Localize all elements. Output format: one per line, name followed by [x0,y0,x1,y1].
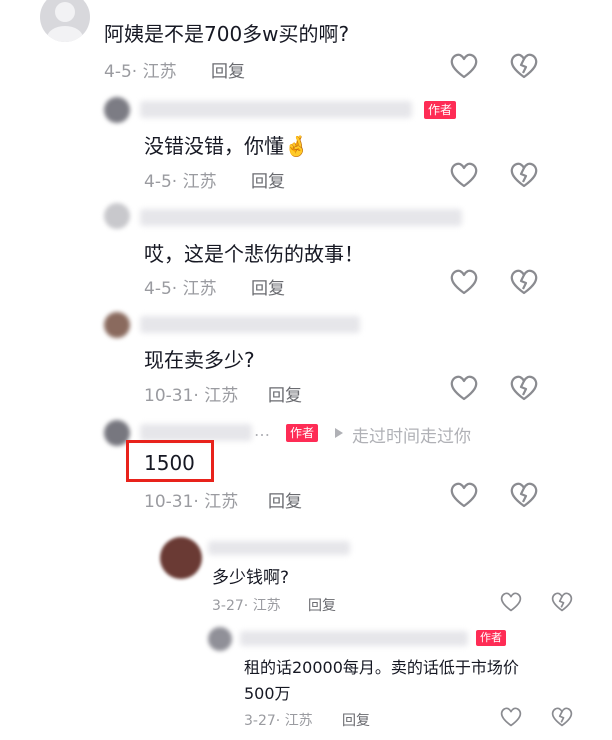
dislike-broken-heart-icon[interactable] [551,707,573,727]
dislike-broken-heart-icon[interactable] [510,482,538,508]
like-heart-icon[interactable] [500,592,522,612]
comment-location: 江苏 [182,172,217,192]
username-blurred [140,424,252,441]
comment-date: 4-5 [144,172,172,192]
username-blurred [240,631,468,646]
comment-text: 多少钱啊? [212,568,290,588]
username-blurred [140,209,462,226]
comment-text: 哎，这是个悲伤的故事！ [144,242,364,266]
comment-meta: 4-5· 江苏 [104,62,177,82]
comment-location: 江苏 [142,62,177,82]
comment-meta: 10-31· 江苏 [144,386,239,406]
reply-button[interactable]: 回复 [268,381,302,406]
comment-meta: 3-27· 江苏 [212,598,281,614]
comment-text-body: 没错没错，你懂 [144,134,284,158]
dislike-broken-heart-icon[interactable] [551,592,573,612]
author-badge: 作者 [286,424,319,442]
comment-location: 江苏 [204,492,239,512]
comment-meta: 3-27· 江苏 [244,713,313,729]
dislike-broken-heart-icon[interactable] [510,269,538,295]
user-placeholder-icon [47,2,83,42]
like-heart-icon[interactable] [450,53,478,79]
dislike-broken-heart-icon[interactable] [510,162,538,188]
like-heart-icon[interactable] [450,162,478,188]
avatar[interactable] [104,203,130,229]
avatar[interactable] [208,627,232,651]
username-blurred [208,541,350,555]
username-blurred [140,316,360,333]
dislike-broken-heart-icon[interactable] [510,53,538,79]
author-badge: 作者 [476,630,506,646]
avatar[interactable] [104,97,130,123]
comment-text: 阿姨是不是700多w买的啊? [104,22,350,46]
reply-button[interactable]: 回复 [308,595,336,615]
reply-button[interactable]: 回复 [251,167,285,192]
like-heart-icon[interactable] [450,482,478,508]
reply-to-username[interactable]: 走过时间走过你 [352,422,471,447]
reply-button[interactable]: 回复 [251,274,285,299]
reply-button[interactable]: 回复 [211,57,245,82]
comment-text-line2: 500万 [244,684,291,703]
comment-text-line1: 租的话20000每月。卖的话低于市场价 [244,658,519,677]
like-heart-icon[interactable] [500,707,522,727]
username-suffix: … [254,421,270,440]
comment-text: 1500 [144,451,195,475]
comment-date: 4-5 [144,279,172,299]
comment-date: 10-31 [144,386,194,406]
fingers-crossed-emoji: 🤞 [284,134,309,158]
caret-right-icon [334,427,344,439]
comment-meta: 10-31· 江苏 [144,492,239,512]
comment-date: 3-27 [244,713,276,729]
comment-text: 现在卖多少? [144,348,255,372]
dislike-broken-heart-icon[interactable] [510,375,538,401]
comment-text: 没错没错，你懂🤞 [144,130,309,159]
comment-meta: 4-5· 江苏 [144,279,217,299]
avatar[interactable] [104,312,130,338]
comment-location: 江苏 [252,598,281,614]
reply-button[interactable]: 回复 [342,710,370,730]
comment-location: 江苏 [204,386,239,406]
comment-date: 4-5 [104,62,132,82]
username-blurred [140,101,412,118]
comment-date: 10-31 [144,492,194,512]
comment-location: 江苏 [182,279,217,299]
like-heart-icon[interactable] [450,269,478,295]
like-heart-icon[interactable] [450,375,478,401]
avatar[interactable] [160,537,202,579]
author-badge: 作者 [424,101,457,119]
reply-button[interactable]: 回复 [268,487,302,512]
comment-date: 3-27 [212,598,244,614]
comment-location: 江苏 [284,713,313,729]
avatar[interactable] [40,0,90,42]
comment-meta: 4-5· 江苏 [144,172,217,192]
